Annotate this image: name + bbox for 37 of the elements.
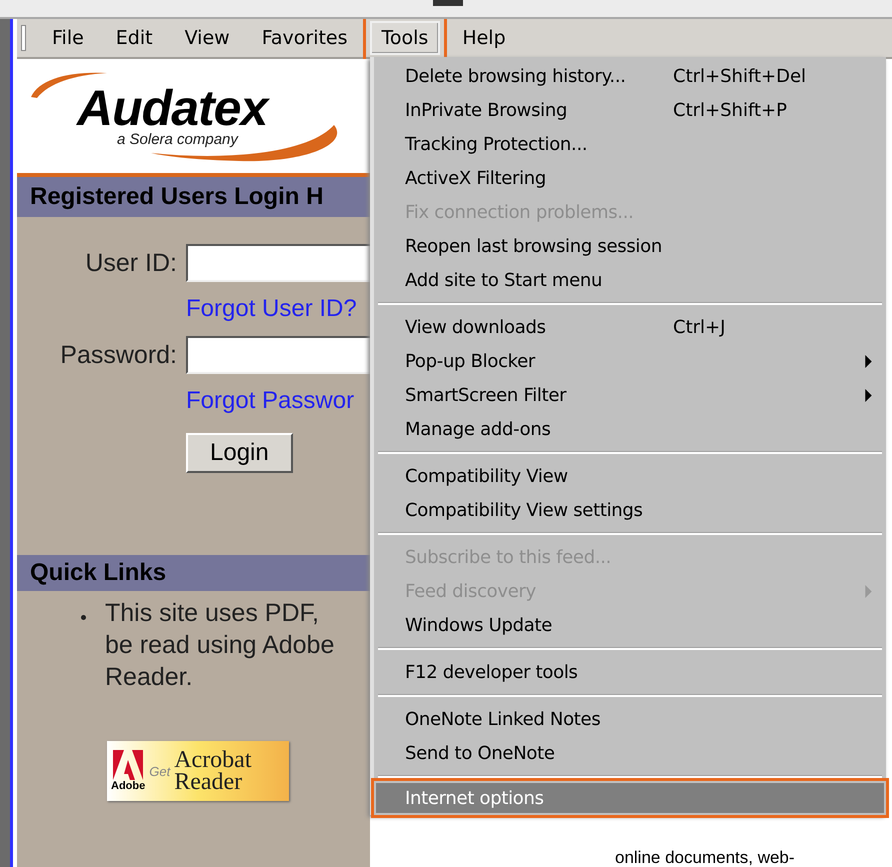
field-label: Password: bbox=[59, 340, 177, 370]
menu-item[interactable]: InPrivate Browsing Ctrl+Shift+P bbox=[374, 93, 886, 127]
menu-item[interactable]: Reopen last browsing session bbox=[374, 229, 886, 263]
menu-bar-item[interactable]: Favorites bbox=[252, 23, 358, 53]
menu-item[interactable]: OneNote Linked Notes bbox=[374, 702, 886, 736]
section-header: Quick Links bbox=[17, 555, 370, 591]
menu-item[interactable]: View downloads Ctrl+J bbox=[374, 310, 886, 344]
menu-item[interactable]: Tracking Protection... bbox=[374, 127, 886, 161]
input-field[interactable] bbox=[186, 336, 370, 374]
menu-bar-item[interactable]: File bbox=[42, 23, 94, 53]
menu-item[interactable]: Internet options bbox=[376, 783, 884, 813]
menu-item[interactable]: Manage add-ons bbox=[374, 412, 886, 446]
menu-item[interactable]: Compatibility View settings bbox=[374, 493, 886, 527]
menu-bar-item[interactable]: Edit bbox=[106, 23, 163, 53]
forgot-link[interactable]: Forgot Passwor bbox=[186, 387, 354, 415]
menu-item[interactable]: Delete browsing history... Ctrl+Shift+Del bbox=[374, 59, 886, 93]
menu-item[interactable]: Send to OneNote bbox=[374, 736, 886, 770]
menu-bar-item[interactable]: Help bbox=[452, 23, 516, 53]
menu-item[interactable]: Add site to Start menu bbox=[374, 263, 886, 297]
adobe-logo-icon bbox=[112, 750, 144, 780]
menu-item[interactable]: SmartScreen Filter bbox=[374, 378, 886, 412]
bullet-icon bbox=[81, 615, 86, 620]
page-text: online documents, web- bbox=[615, 849, 795, 867]
input-field[interactable] bbox=[186, 244, 370, 282]
menu-item[interactable]: F12 developer tools bbox=[374, 655, 886, 689]
menu-bar-item[interactable]: View bbox=[174, 23, 240, 53]
forgot-link[interactable]: Forgot User ID? bbox=[186, 295, 357, 323]
menu-item[interactable]: Pop-up Blocker bbox=[374, 344, 886, 378]
menu-item[interactable]: Windows Update bbox=[374, 608, 886, 642]
grip-handle[interactable] bbox=[21, 25, 26, 51]
login-button[interactable]: Login bbox=[186, 433, 293, 473]
section-header: Registered Users Login H bbox=[17, 177, 370, 217]
paragraph: This site uses PDF, be read using Adobe Reader. bbox=[105, 598, 334, 693]
field-label: User ID: bbox=[84, 248, 177, 278]
menu-item[interactable]: ActiveX Filtering bbox=[374, 161, 886, 195]
menu-item[interactable]: Compatibility View bbox=[374, 459, 886, 493]
tab-edge bbox=[433, 0, 463, 6]
